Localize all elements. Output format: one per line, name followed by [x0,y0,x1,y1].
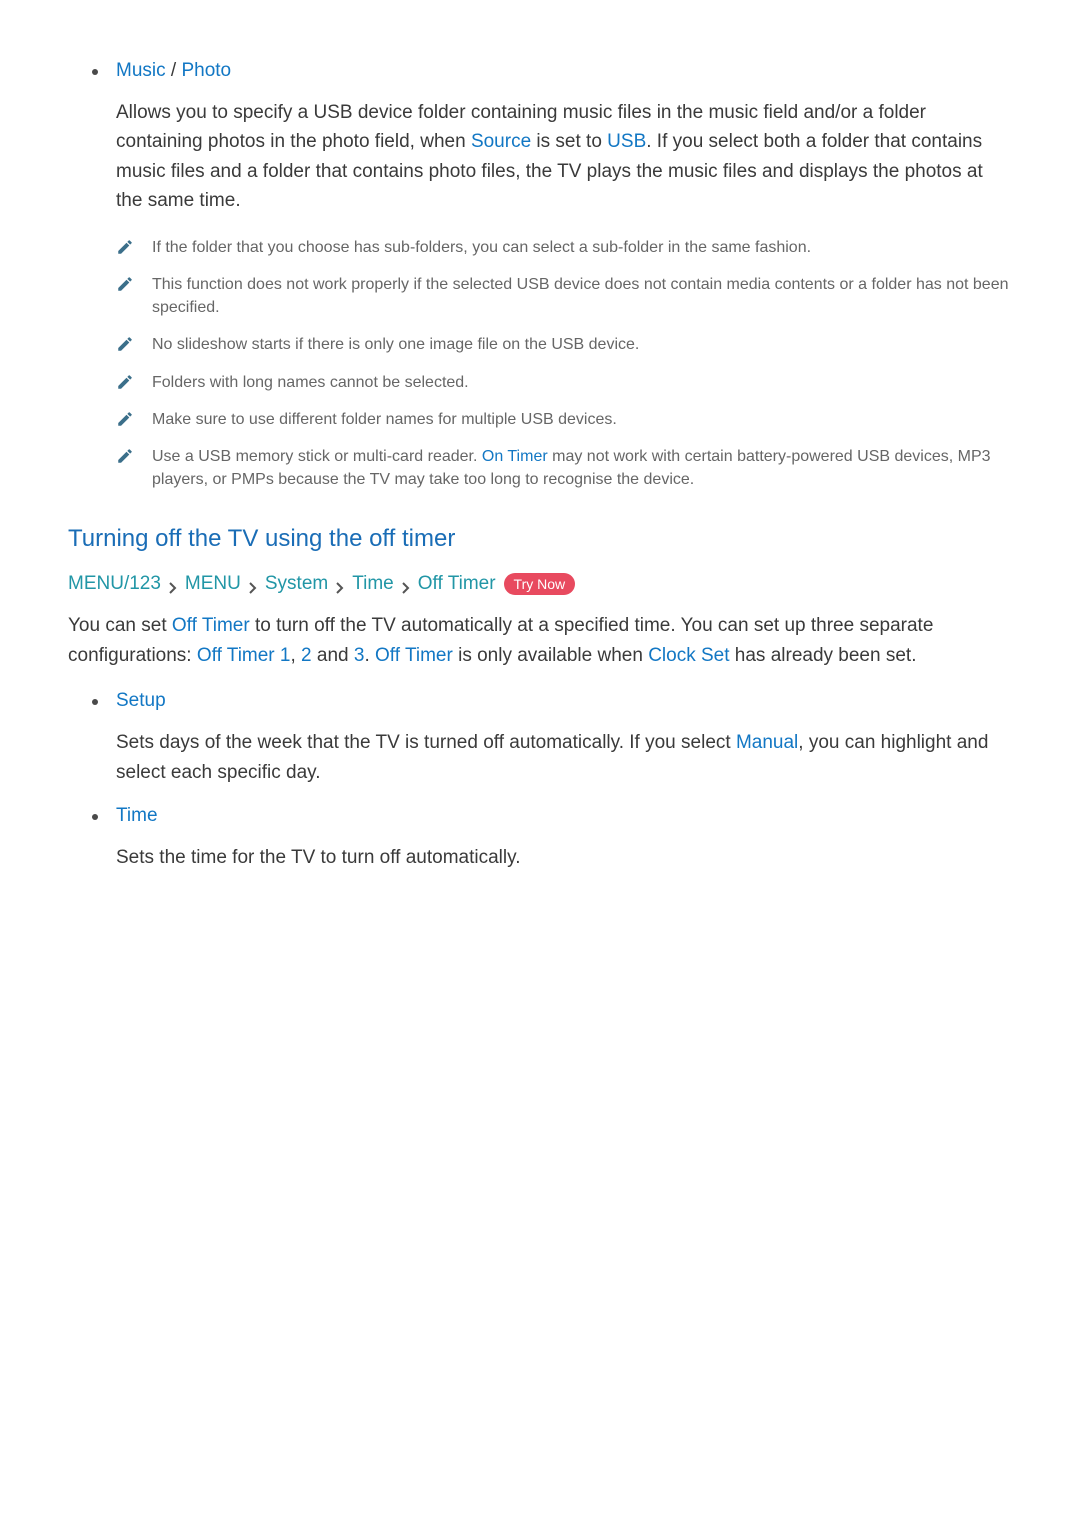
setup-label: Setup [116,690,1012,712]
path-segment: MENU/123 [68,573,161,595]
music-photo-heading: Music / Photo [116,60,1012,82]
chevron-right-icon [402,578,410,590]
note-text: Folders with long names cannot be select… [152,371,469,394]
note-text: If the folder that you choose has sub-fo… [152,236,811,259]
path-segment: System [265,573,328,595]
term-off-timer: Off Timer [375,645,453,666]
setup-description: Sets days of the week that the TV is tur… [116,728,1012,787]
term-photo: Photo [181,60,231,81]
note-list: If the folder that you choose has sub-fo… [116,236,1012,492]
term-off-timer-2: 2 [301,645,312,666]
term-music: Music [116,60,166,81]
pencil-icon [116,373,134,391]
term-usb: USB [607,131,646,152]
note-text: No slideshow starts if there is only one… [152,333,639,356]
chevron-right-icon [249,578,257,590]
term-off-timer-3: 3 [354,645,365,666]
path-segment: Off Timer [418,573,496,595]
music-photo-block: Music / Photo Allows you to specify a US… [92,60,1012,491]
setup-item: Setup Sets days of the week that the TV … [92,690,1012,787]
time-label: Time [116,805,1012,827]
term-off-timer: Off Timer [172,615,250,636]
separator-slash: / [166,60,182,81]
chevron-right-icon [336,578,344,590]
note-item: No slideshow starts if there is only one… [116,333,1012,356]
menu-path: MENU/123 MENU System Time Off Timer Try … [68,573,1012,595]
term-off-timer-1: Off Timer 1 [197,645,291,666]
pencil-icon [116,275,134,293]
note-item: Use a USB memory stick or multi-card rea… [116,445,1012,491]
note-item: Folders with long names cannot be select… [116,371,1012,394]
off-timer-heading: Turning off the TV using the off timer [68,525,1012,553]
note-text: Make sure to use different folder names … [152,408,617,431]
try-now-badge[interactable]: Try Now [504,573,576,595]
pencil-icon [116,447,134,465]
off-timer-description: You can set Off Timer to turn off the TV… [68,611,1012,670]
time-description: Sets the time for the TV to turn off aut… [116,843,1012,872]
chevron-right-icon [169,578,177,590]
note-text: This function does not work properly if … [152,273,1012,319]
term-manual: Manual [736,732,798,753]
manual-page: Music / Photo Allows you to specify a US… [0,0,1080,1527]
time-item: Time Sets the time for the TV to turn of… [92,805,1012,872]
path-segment: MENU [185,573,241,595]
off-timer-items: Setup Sets days of the week that the TV … [92,690,1012,872]
term-source: Source [471,131,531,152]
pencil-icon [116,238,134,256]
path-segment: Time [352,573,394,595]
note-item: This function does not work properly if … [116,273,1012,319]
term-clock-set: Clock Set [648,645,729,666]
note-item: Make sure to use different folder names … [116,408,1012,431]
music-photo-item: Music / Photo Allows you to specify a US… [92,60,1012,491]
pencil-icon [116,410,134,428]
music-photo-description: Allows you to specify a USB device folde… [116,98,1012,216]
term-on-timer: On Timer [482,448,548,465]
pencil-icon [116,335,134,353]
note-text: Use a USB memory stick or multi-card rea… [152,445,1012,491]
note-item: If the folder that you choose has sub-fo… [116,236,1012,259]
